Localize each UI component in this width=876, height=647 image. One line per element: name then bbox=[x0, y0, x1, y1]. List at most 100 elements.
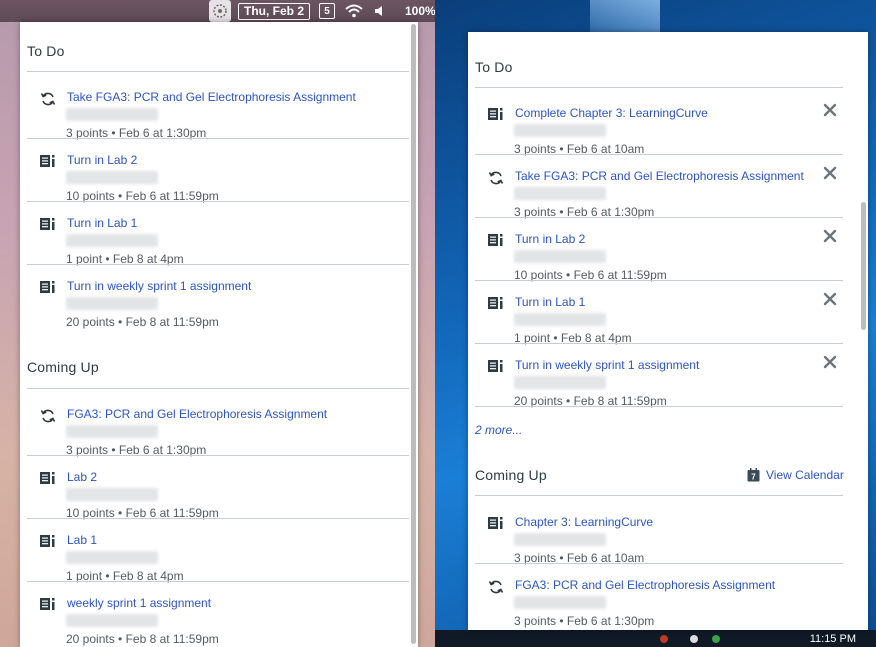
item-title-link[interactable]: Complete Chapter 3: LearningCurve bbox=[515, 106, 708, 120]
volume-icon[interactable] bbox=[374, 0, 386, 22]
todo-heading: To Do bbox=[27, 43, 65, 59]
item-meta: 20 points • Feb 8 at 11:59pm bbox=[66, 632, 219, 646]
course-name-redacted bbox=[66, 108, 158, 121]
divider bbox=[475, 495, 843, 496]
assignment-icon bbox=[488, 359, 504, 373]
coming-up-item[interactable]: Lab 2 10 points • Feb 6 at 11:59pm bbox=[40, 468, 400, 531]
scrollbar-thumb[interactable] bbox=[861, 202, 866, 330]
dismiss-icon[interactable] bbox=[823, 103, 837, 117]
row-divider bbox=[475, 280, 843, 281]
coming-up-item[interactable]: Lab 11 point • Feb 8 at 4pm bbox=[40, 531, 400, 594]
coming-up-heading: Coming Up bbox=[27, 359, 99, 375]
sync-icon bbox=[40, 91, 56, 106]
view-calendar-label: View Calendar bbox=[766, 468, 844, 482]
html5-badge: 5 bbox=[319, 3, 335, 19]
coming-up-item[interactable]: weekly sprint 1 assignment 20 points • Fe… bbox=[40, 594, 400, 647]
assignment-icon bbox=[40, 280, 56, 294]
item-title-link[interactable]: Turn in weekly sprint 1 assignment bbox=[515, 358, 699, 372]
item-title-link[interactable]: Turn in Lab 2 bbox=[515, 232, 585, 246]
dismiss-icon[interactable] bbox=[823, 292, 837, 306]
item-title-link[interactable]: Turn in Lab 2 bbox=[67, 153, 137, 167]
row-divider bbox=[27, 518, 411, 519]
scrollbar[interactable] bbox=[409, 22, 418, 647]
todo-sidebar-left: To Do Take FGA3: PCR and Gel Electrophor… bbox=[20, 22, 418, 647]
todo-item[interactable]: Turn in weekly sprint 1 assignment 20 poi… bbox=[488, 355, 848, 419]
row-divider bbox=[475, 154, 843, 155]
course-name-redacted bbox=[66, 425, 158, 438]
row-divider bbox=[27, 264, 411, 265]
item-title-link[interactable]: FGA3: PCR and Gel Electrophoresis Assign… bbox=[67, 407, 327, 421]
view-calendar-link[interactable]: 7 View Calendar bbox=[747, 468, 844, 482]
course-name-redacted bbox=[66, 297, 158, 310]
coming-up-item[interactable]: FGA3: PCR and Gel Electrophoresis Assign… bbox=[40, 405, 400, 468]
battery-status[interactable]: 100% bbox=[405, 0, 436, 22]
todo-item[interactable]: Take FGA3: PCR and Gel Electrophoresis A… bbox=[488, 166, 848, 230]
tray-icon[interactable] bbox=[660, 635, 668, 643]
course-name-redacted bbox=[66, 488, 158, 501]
assignment-icon bbox=[488, 233, 504, 247]
item-title-link[interactable]: Turn in weekly sprint 1 assignment bbox=[67, 279, 251, 293]
assignment-icon bbox=[40, 534, 56, 548]
item-title-link[interactable]: Take FGA3: PCR and Gel Electrophoresis A… bbox=[515, 169, 804, 183]
coming-up-item[interactable]: Chapter 3: LearningCurve 3 points • Feb 6… bbox=[488, 513, 848, 576]
dismiss-icon[interactable] bbox=[823, 166, 837, 180]
item-title-link[interactable]: Chapter 3: LearningCurve bbox=[515, 515, 653, 529]
show-more-link[interactable]: 2 more... bbox=[475, 423, 522, 437]
calendar-icon: 7 bbox=[747, 468, 760, 482]
wifi-icon[interactable] bbox=[344, 0, 364, 22]
dismiss-icon[interactable] bbox=[823, 229, 837, 243]
todo-item[interactable]: Turn in Lab 2 10 points • Feb 6 at 11:59p… bbox=[488, 229, 848, 293]
row-divider bbox=[27, 581, 411, 582]
row-divider bbox=[27, 455, 411, 456]
course-name-redacted bbox=[514, 596, 606, 609]
divider bbox=[27, 388, 411, 389]
tray-icon[interactable] bbox=[712, 635, 720, 643]
item-title-link[interactable]: Turn in Lab 1 bbox=[67, 216, 137, 230]
course-name-redacted bbox=[514, 250, 606, 263]
item-title-link[interactable]: FGA3: PCR and Gel Electrophoresis Assign… bbox=[515, 578, 775, 592]
course-name-redacted bbox=[66, 551, 158, 564]
item-title-link[interactable]: Lab 2 bbox=[67, 470, 97, 484]
item-title-link[interactable]: Lab 1 bbox=[67, 533, 97, 547]
course-name-redacted bbox=[514, 533, 606, 546]
course-name-redacted bbox=[514, 313, 606, 326]
todo-item[interactable]: Complete Chapter 3: LearningCurve 3 point… bbox=[488, 103, 848, 167]
todo-item[interactable]: Turn in Lab 11 point • Feb 8 at 4pm bbox=[40, 214, 400, 277]
row-divider bbox=[475, 217, 843, 218]
item-title-link[interactable]: Take FGA3: PCR and Gel Electrophoresis A… bbox=[67, 90, 356, 104]
todo-item[interactable]: Turn in weekly sprint 1 assignment 20 poi… bbox=[40, 277, 400, 340]
row-divider bbox=[27, 201, 411, 202]
row-divider bbox=[475, 563, 843, 564]
scrollbar[interactable] bbox=[859, 32, 868, 630]
sync-status-icon[interactable] bbox=[209, 0, 231, 22]
coming-up-heading: Coming Up bbox=[475, 467, 547, 483]
todo-item[interactable]: Take FGA3: PCR and Gel Electrophoresis A… bbox=[40, 88, 400, 151]
course-name-redacted bbox=[66, 614, 158, 627]
menu-bar: Thu, Feb 2 5 100% bbox=[0, 0, 436, 22]
item-title-link[interactable]: Turn in Lab 1 bbox=[515, 295, 585, 309]
row-divider bbox=[475, 343, 843, 344]
divider bbox=[475, 87, 843, 88]
todo-item[interactable]: Turn in Lab 11 point • Feb 8 at 4pm bbox=[488, 292, 848, 356]
course-name-redacted bbox=[66, 171, 158, 184]
divider bbox=[27, 71, 411, 72]
sync-icon bbox=[40, 408, 56, 423]
assignment-icon bbox=[488, 296, 504, 310]
tray-icon[interactable] bbox=[690, 635, 698, 643]
assignment-icon bbox=[40, 597, 56, 611]
coming-up-item[interactable]: FGA3: PCR and Gel Electrophoresis Assign… bbox=[488, 576, 848, 630]
assignment-icon bbox=[40, 471, 56, 485]
course-name-redacted bbox=[66, 234, 158, 247]
todo-heading: To Do bbox=[475, 59, 513, 75]
course-name-redacted bbox=[514, 124, 606, 137]
taskbar: 11:15 PM bbox=[435, 630, 876, 647]
todo-item[interactable]: Turn in Lab 2 10 points • Feb 6 at 11:59p… bbox=[40, 151, 400, 214]
sync-icon bbox=[488, 579, 504, 594]
item-title-link[interactable]: weekly sprint 1 assignment bbox=[67, 596, 211, 610]
dismiss-icon[interactable] bbox=[823, 355, 837, 369]
course-name-redacted bbox=[514, 187, 606, 200]
html5-icon[interactable]: 5 bbox=[319, 0, 335, 22]
taskbar-clock[interactable]: 11:15 PM bbox=[810, 633, 856, 645]
menubar-date[interactable]: Thu, Feb 2 bbox=[238, 0, 310, 22]
scrollbar-thumb[interactable] bbox=[411, 24, 416, 644]
